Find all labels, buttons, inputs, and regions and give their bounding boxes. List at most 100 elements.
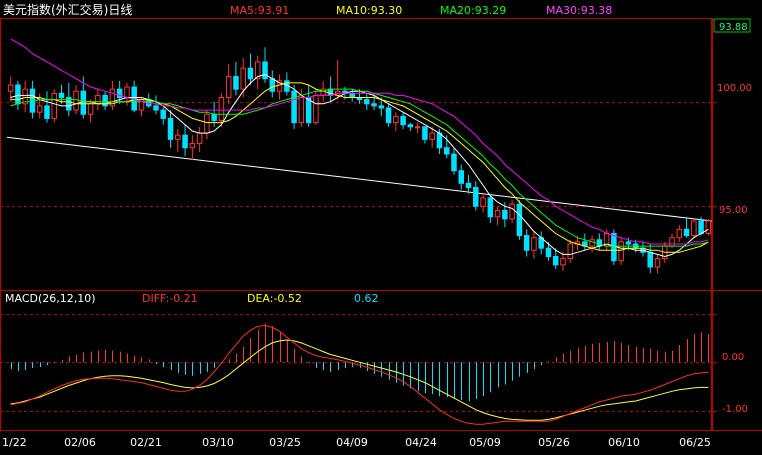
candle-body — [669, 237, 675, 247]
trendline — [6, 136, 713, 222]
candle — [531, 231, 537, 259]
candle — [145, 93, 152, 108]
macd-tick-label-neg1: -1.00 — [722, 404, 748, 415]
candle — [313, 89, 319, 125]
candle-body — [305, 97, 312, 124]
candle — [22, 80, 28, 113]
candle-body — [487, 197, 494, 218]
chart-window[interactable]: 美元指数(外汇交易)日线 MA5:93.91 MA10:93.30 MA20:9… — [0, 0, 762, 451]
candle — [167, 110, 174, 148]
candle — [7, 76, 14, 102]
candle-body — [683, 228, 690, 237]
date-label: 06/10 — [608, 436, 640, 449]
macd-value-label: 0.62 — [354, 292, 379, 305]
candle — [189, 135, 196, 161]
candle — [225, 64, 232, 104]
candle — [153, 95, 159, 115]
candle — [516, 200, 523, 240]
candle-body — [291, 90, 297, 124]
price-tick-label-95: 95.00 — [719, 205, 748, 216]
candle-body — [400, 115, 406, 126]
candle-body — [378, 105, 385, 109]
candle — [422, 126, 428, 144]
date-label: 02/21 — [130, 436, 162, 449]
ma-line-ma20 — [10, 88, 709, 247]
candle-body — [87, 103, 94, 115]
candle — [560, 252, 566, 272]
candle-body — [443, 147, 450, 155]
candle — [414, 122, 421, 134]
candle — [305, 84, 312, 127]
candle-body — [698, 220, 704, 235]
candle — [175, 128, 181, 152]
date-label: 03/10 — [202, 436, 234, 449]
candle-body — [458, 170, 465, 184]
candle — [705, 218, 712, 236]
diff-line — [10, 324, 709, 425]
candle-body — [385, 107, 392, 124]
candle-body — [545, 247, 552, 258]
candle-body — [95, 94, 101, 105]
candle-body — [240, 67, 246, 90]
candle-body — [175, 134, 181, 140]
candle — [691, 218, 697, 238]
candle — [51, 89, 57, 123]
candle-body — [36, 105, 43, 113]
candle-body — [509, 203, 515, 220]
candle — [582, 233, 588, 251]
candle-body — [211, 113, 217, 122]
candle — [385, 103, 392, 127]
macd-title: MACD(26,12,10) — [5, 292, 96, 305]
candle-body — [167, 117, 174, 140]
candle-body — [705, 220, 712, 235]
macd-dea-label: DEA:-0.52 — [247, 292, 302, 305]
candle-body — [516, 203, 523, 237]
candle-body — [618, 241, 624, 262]
candle — [87, 99, 94, 123]
candle — [465, 174, 472, 194]
candle — [138, 97, 145, 117]
candle — [204, 110, 210, 140]
candle-body — [233, 76, 239, 90]
candle — [509, 200, 515, 224]
candle — [276, 74, 283, 100]
candle — [458, 164, 465, 190]
candle — [44, 91, 50, 123]
candle — [364, 93, 370, 111]
candle — [494, 206, 501, 226]
candle-body — [393, 115, 399, 124]
ma-line-ma30 — [10, 38, 709, 245]
price-tick-label-100: 100.00 — [717, 83, 752, 94]
candle — [95, 89, 101, 111]
candle-body — [349, 92, 355, 99]
candle-body — [15, 84, 21, 105]
candle — [683, 216, 690, 238]
candle — [654, 254, 661, 274]
candle — [407, 122, 414, 131]
date-label: 04/09 — [336, 436, 368, 449]
candle-body — [531, 237, 537, 251]
stock-chart-svg[interactable]: 美元指数(外汇交易)日线 MA5:93.91 MA10:93.30 MA20:9… — [0, 0, 762, 451]
candle — [676, 225, 683, 242]
candle-body — [429, 132, 435, 140]
candle-body — [160, 109, 167, 119]
ma30-label: MA30:93.38 — [546, 4, 612, 17]
candle — [182, 124, 188, 157]
candle — [647, 243, 653, 274]
date-label: 05/26 — [538, 436, 570, 449]
candle — [262, 47, 268, 83]
date-label: 02/06 — [64, 436, 96, 449]
candle — [291, 84, 297, 129]
candle-body — [407, 124, 414, 128]
candle — [102, 91, 108, 111]
candle — [640, 241, 646, 257]
date-label: 05/09 — [469, 436, 501, 449]
candle — [109, 80, 116, 111]
candle-body — [676, 228, 683, 239]
candle — [523, 229, 530, 257]
candle-body — [473, 186, 479, 207]
candle-body — [552, 256, 559, 266]
candle-body — [262, 61, 268, 80]
candle-body — [371, 103, 377, 107]
candle-body — [480, 197, 486, 207]
